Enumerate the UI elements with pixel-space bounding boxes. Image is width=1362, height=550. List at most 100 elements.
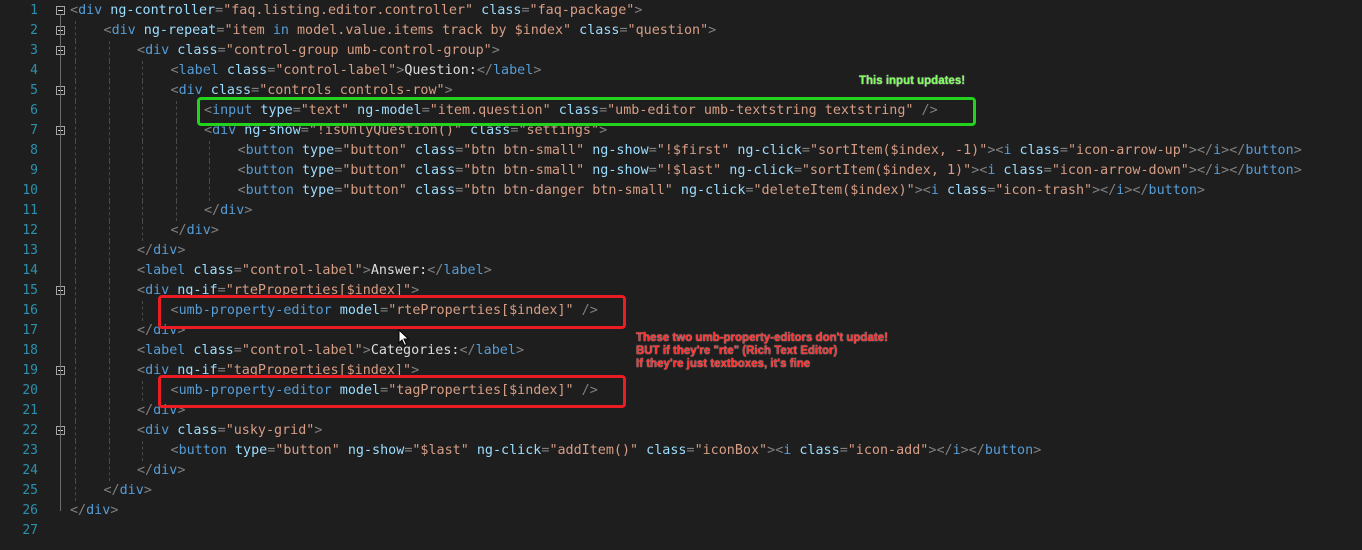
code-token: label bbox=[493, 63, 534, 78]
indent-guide bbox=[75, 141, 76, 161]
code-token: "control-group umb-control-group" bbox=[225, 43, 492, 58]
code-token: = bbox=[233, 263, 242, 278]
indent-guide bbox=[142, 101, 143, 121]
code-token: "faq.listing.editor.controller" bbox=[223, 3, 474, 18]
highlight-box-input bbox=[197, 97, 976, 126]
code-token: i bbox=[1213, 143, 1222, 158]
code-token: "question" bbox=[627, 23, 709, 38]
code-token: class bbox=[638, 443, 687, 458]
code-token: class bbox=[406, 143, 456, 158]
indent-guide bbox=[108, 281, 110, 301]
code-token: "deleteItem($index)" bbox=[753, 183, 915, 198]
code-token: > bbox=[444, 83, 453, 98]
code-token: </ bbox=[137, 243, 154, 258]
line-number: 22 bbox=[22, 423, 38, 438]
code-token: div bbox=[111, 23, 136, 38]
code-token: </ bbox=[968, 443, 985, 458]
code-token: class bbox=[406, 163, 456, 178]
indent-guide bbox=[108, 301, 110, 321]
code-text: </div> bbox=[204, 201, 252, 221]
code-token: < bbox=[103, 23, 112, 38]
code-token: > bbox=[1188, 163, 1197, 178]
code-token: "faq-package" bbox=[529, 3, 635, 18]
indent-guide bbox=[142, 441, 143, 461]
line-number: 27 bbox=[22, 523, 38, 538]
code-token: class bbox=[406, 183, 456, 198]
indent-guide bbox=[209, 181, 210, 201]
indent-guide bbox=[108, 61, 110, 81]
code-token: class bbox=[473, 3, 522, 18]
code-token: = bbox=[1043, 163, 1052, 178]
indent-guide bbox=[75, 261, 76, 281]
indent-guide bbox=[75, 121, 76, 141]
code-token: "btn btn-small" bbox=[463, 143, 585, 158]
code-text: <button type="button" ng-show="$last" ng… bbox=[171, 441, 1042, 461]
indent-guide bbox=[75, 361, 76, 381]
indent-guide bbox=[108, 421, 110, 441]
code-token: button bbox=[1148, 183, 1197, 198]
line-number: 5 bbox=[30, 83, 38, 98]
line-number: 25 bbox=[22, 483, 38, 498]
code-token: class bbox=[218, 63, 268, 78]
code-text: </div> bbox=[137, 241, 185, 261]
code-token: > bbox=[708, 23, 717, 38]
code-token: div bbox=[145, 43, 170, 58]
code-token: </ bbox=[170, 223, 187, 238]
code-token: < bbox=[137, 423, 146, 438]
indent-guide bbox=[175, 161, 177, 181]
code-token: i bbox=[930, 183, 939, 198]
line-number: 6 bbox=[30, 103, 38, 118]
indent-guide bbox=[209, 141, 210, 161]
fold-gutter-line bbox=[60, 14, 61, 511]
indent-guide bbox=[75, 101, 76, 121]
code-token: < bbox=[237, 183, 246, 198]
indent-guide bbox=[75, 381, 76, 401]
line-number: 14 bbox=[22, 263, 38, 278]
line-number: 11 bbox=[22, 203, 38, 218]
code-text: </div> bbox=[137, 461, 185, 481]
code-token: class bbox=[571, 23, 620, 38]
indent-guide bbox=[142, 221, 143, 241]
code-token: class bbox=[169, 43, 218, 58]
annotation-line-3: If they're just textboxes, it's fine bbox=[636, 358, 811, 370]
code-token: "addItem()" bbox=[549, 443, 639, 458]
code-token: </ bbox=[1229, 143, 1246, 158]
line-number: 26 bbox=[22, 503, 38, 518]
code-token: class bbox=[169, 423, 218, 438]
indent-guide bbox=[75, 281, 76, 301]
code-token: "icon-trash" bbox=[995, 183, 1093, 198]
line-number: 13 bbox=[22, 243, 38, 258]
code-token: ng-click bbox=[721, 163, 794, 178]
code-token: label bbox=[145, 343, 186, 358]
code-token: > bbox=[634, 3, 643, 18]
indent-guide bbox=[142, 141, 143, 161]
code-line: 25 </div> bbox=[0, 481, 1362, 501]
code-token: > bbox=[110, 503, 119, 518]
code-token: < bbox=[137, 283, 146, 298]
indent-guide bbox=[142, 121, 143, 141]
indent-guide bbox=[142, 161, 143, 181]
code-text: </div> bbox=[104, 481, 152, 501]
code-token: > bbox=[960, 443, 969, 458]
code-token: button bbox=[984, 443, 1034, 458]
code-token: = bbox=[793, 163, 802, 178]
indent-guide bbox=[75, 441, 76, 461]
code-token: "sortItem($index, 1)" bbox=[801, 163, 972, 178]
indent-guide bbox=[75, 321, 76, 341]
code-token: class bbox=[791, 443, 840, 458]
code-editor[interactable]: 1 <div ng-controller="faq.listing.editor.… bbox=[0, 0, 1362, 550]
annotation-line-1: These two umb-property-editors don't upd… bbox=[636, 332, 888, 344]
line-number: 20 bbox=[22, 383, 38, 398]
code-token: "button" bbox=[342, 183, 407, 198]
line-number: 9 bbox=[30, 163, 38, 178]
indent-guide bbox=[75, 461, 76, 481]
code-token: in bbox=[272, 23, 289, 38]
code-token: "iconBox" bbox=[694, 443, 768, 458]
code-token: < bbox=[137, 263, 146, 278]
indent-guide bbox=[175, 141, 177, 161]
code-token: < bbox=[137, 343, 146, 358]
indent-guide bbox=[108, 321, 110, 341]
code-token: "control-label" bbox=[241, 343, 363, 358]
code-token: < bbox=[137, 363, 146, 378]
code-token: div bbox=[145, 423, 170, 438]
